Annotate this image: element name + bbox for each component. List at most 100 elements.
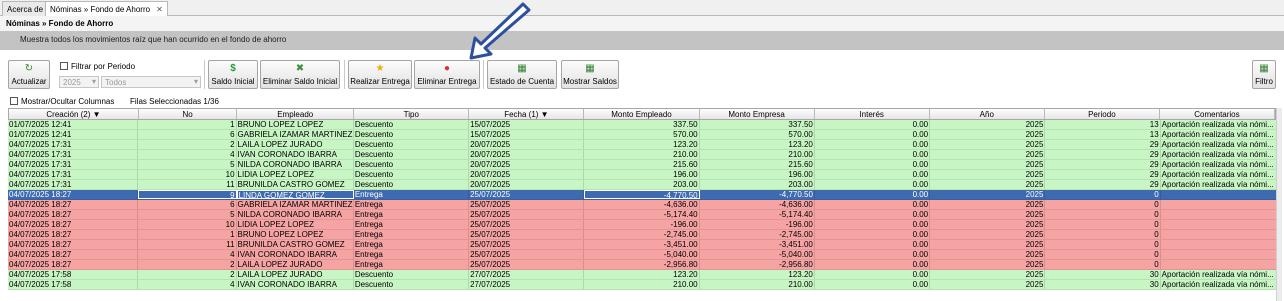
table-cell: 0 <box>1045 210 1161 219</box>
checkbox-box[interactable] <box>10 97 18 105</box>
table-cell: 04/07/2025 17:58 <box>8 280 139 289</box>
table-cell: 04/07/2025 17:31 <box>8 160 139 169</box>
col-header-interes[interactable]: Interés <box>815 109 930 119</box>
toolbar-divider <box>204 60 205 89</box>
table-row[interactable]: 04/07/2025 18:27 1 BRUNO LOPEZ LOPEZ Entreg… <box>8 230 1276 240</box>
table-cell: 0 <box>1045 240 1161 249</box>
col-header-periodo[interactable]: Periodo <box>1045 109 1160 119</box>
table-row[interactable]: 04/07/2025 17:31 10 LIDIA LOPEZ LOPEZ Descu… <box>8 170 1276 180</box>
table-cell: 0.00 <box>815 200 931 209</box>
realizar-entrega-button[interactable]: ★ Realizar Entrega <box>348 60 412 89</box>
table-cell: GABRIELA IZAMAR MARTINEZ <box>237 130 354 139</box>
table-cell: 10 <box>138 170 237 179</box>
col-header-creacion[interactable]: Creación (2) ▼ <box>9 109 139 119</box>
saldo-inicial-button[interactable]: $ Saldo Inicial <box>208 60 258 89</box>
table-cell: 13 <box>1045 120 1161 129</box>
col-header-empleado[interactable]: Empleado <box>237 109 355 119</box>
eliminar-entrega-button[interactable]: ● Eliminar Entrega <box>414 60 480 89</box>
saldo-inicial-label: Saldo Inicial <box>211 77 255 86</box>
table-row[interactable]: 04/07/2025 18:27 2 LAILA LOPEZ JURADO Entre… <box>8 260 1276 270</box>
filtrar-periodo-checkbox[interactable]: Filtrar por Periodo <box>60 62 135 71</box>
table-cell: 29 <box>1045 140 1161 149</box>
table-cell: 0 <box>1045 250 1161 259</box>
table-row[interactable]: 01/07/2025 12:41 1 BRUNO LOPEZ LOPEZ Descue… <box>8 120 1276 130</box>
table-row[interactable]: 04/07/2025 17:58 4 IVAN CORONADO IBARRA Des… <box>8 280 1276 290</box>
tab-acerca-de[interactable]: Acerca de <box>2 1 49 16</box>
table-cell: 25/07/2025 <box>469 230 585 239</box>
col-header-tipo[interactable]: Tipo <box>354 109 470 119</box>
table-cell: 2025 <box>930 280 1046 289</box>
table-cell: 123.20 <box>584 270 700 279</box>
tab-fondo-ahorro[interactable]: Nóminas » Fondo de Ahorro ✕ <box>45 1 168 17</box>
mostrar-columnas-toggle[interactable]: Mostrar/Ocultar Columnas <box>10 97 114 106</box>
table-cell: 2025 <box>930 190 1046 199</box>
red-dot-icon: ● <box>443 63 451 74</box>
col-header-fecha[interactable]: Fecha (1) ▼ <box>469 109 585 119</box>
table-cell: 04/07/2025 17:31 <box>8 180 139 189</box>
actualizar-button[interactable]: ↻ Actualizar <box>8 60 50 89</box>
table-row[interactable]: 04/07/2025 17:31 11 BRUNILDA CASTRO GOMEZ D… <box>8 180 1276 190</box>
period-select[interactable]: Todos ▾ <box>101 76 201 88</box>
table-cell: 6 <box>138 130 237 139</box>
table-row[interactable]: 04/07/2025 17:58 2 LAILA LOPEZ JURADO Descu… <box>8 270 1276 280</box>
toolbar-divider <box>344 60 345 89</box>
table-cell: Aportación realizada vía nómi... <box>1161 120 1274 129</box>
toolbar-divider <box>483 60 484 89</box>
period-value: Todos <box>105 78 127 87</box>
table-row[interactable]: 04/07/2025 18:27 11 BRUNILDA CASTRO GOMEZ E… <box>8 240 1276 250</box>
star-icon: ★ <box>375 63 385 74</box>
table-cell: Entrega <box>354 220 470 229</box>
table-row[interactable]: 01/07/2025 12:41 6 GABRIELA IZAMAR MARTINE… <box>8 130 1276 140</box>
vertical-scrollbar[interactable] <box>1276 108 1282 301</box>
table-cell: 210.00 <box>700 280 815 289</box>
realizar-entrega-label: Realizar Entrega <box>350 77 410 86</box>
mostrar-columnas-label: Mostrar/Ocultar Columnas <box>21 97 115 106</box>
col-header-monto-empresa[interactable]: Monto Empresa <box>700 109 815 119</box>
mostrar-saldos-label: Mostrar Saldos <box>563 77 617 86</box>
table-row[interactable]: 04/07/2025 18:27 9 LINDA GOMEZ GOMEZ Entreg… <box>8 190 1276 200</box>
filtro-label: Filtro <box>1255 77 1273 86</box>
table-cell: LIDIA LOPEZ LOPEZ <box>237 220 354 229</box>
col-header-monto-empleado[interactable]: Monto Empleado <box>584 109 700 119</box>
table-cell: 04/07/2025 18:27 <box>8 250 139 259</box>
table-cell: Aportación realizada vía nómi... <box>1161 130 1274 139</box>
table-cell: 2025 <box>930 270 1046 279</box>
checkbox-box[interactable] <box>60 62 68 70</box>
table-cell: 04/07/2025 17:58 <box>8 270 139 279</box>
table-cell: 0 <box>1045 190 1161 199</box>
table-cell: 25/07/2025 <box>469 210 585 219</box>
table-cell: -196.00 <box>700 220 815 229</box>
table-row[interactable]: 04/07/2025 18:27 10 LIDIA LOPEZ LOPEZ Entre… <box>8 220 1276 230</box>
table-row[interactable]: 04/07/2025 18:27 4 IVAN CORONADO IBARRA Ent… <box>8 250 1276 260</box>
table-cell: 9 <box>138 190 237 199</box>
table-cell <box>1161 220 1276 229</box>
col-header-anio[interactable]: Año <box>930 109 1045 119</box>
table-row[interactable]: 04/07/2025 17:31 4 IVAN CORONADO IBARRA Des… <box>8 150 1276 160</box>
col-header-no[interactable]: No <box>139 109 238 119</box>
table-row[interactable]: 04/07/2025 17:31 2 LAILA LOPEZ JURADO Descu… <box>8 140 1276 150</box>
table-row[interactable]: 04/07/2025 18:27 6 GABRIELA IZAMAR MARTINE… <box>8 200 1276 210</box>
table-cell: 2 <box>138 260 237 269</box>
table-row[interactable]: 04/07/2025 17:31 5 NILDA CORONADO IBARRA De… <box>8 160 1276 170</box>
table-cell: 4 <box>138 280 237 289</box>
table-cell: 210.00 <box>584 280 700 289</box>
estado-cuenta-button[interactable]: ▦ Estado de Cuenta <box>487 60 557 89</box>
table-cell: Entrega <box>354 250 470 259</box>
table-row[interactable]: 04/07/2025 18:27 5 NILDA CORONADO IBARRA En… <box>8 210 1276 220</box>
spreadsheet-icon: ▦ <box>585 63 595 74</box>
year-select[interactable]: 2025 ▾ <box>59 76 99 88</box>
filtro-button[interactable]: ▦ Filtro <box>1252 60 1276 89</box>
col-header-comentarios[interactable]: Comentarios <box>1160 109 1276 119</box>
table-cell: -2,745.00 <box>584 230 700 239</box>
table-cell: 20/07/2025 <box>469 170 585 179</box>
table-cell: 30 <box>1045 270 1161 279</box>
table-cell: 2025 <box>930 170 1046 179</box>
toolbar: ↻ Actualizar Filtrar por Periodo 2025 ▾ T… <box>0 56 1284 92</box>
table-cell: Descuento <box>354 130 470 139</box>
table-cell: 2025 <box>930 120 1046 129</box>
mostrar-saldos-button[interactable]: ▦ Mostrar Saldos <box>561 60 619 89</box>
table-cell: BRUNILDA CASTRO GOMEZ <box>237 180 354 189</box>
table-cell: 0.00 <box>815 280 931 289</box>
eliminar-saldo-inicial-button[interactable]: ✖ Eliminar Saldo Inicial <box>260 60 340 89</box>
close-icon[interactable]: ✕ <box>156 5 163 14</box>
